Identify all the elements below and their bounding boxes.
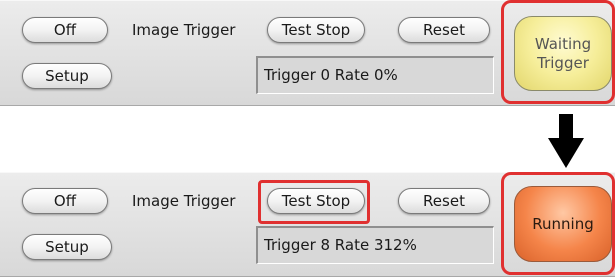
status-line-2: Trigger <box>537 53 589 72</box>
setup-button[interactable]: Setup <box>22 234 112 260</box>
off-button-label: Off <box>53 21 77 39</box>
down-arrow-icon <box>548 114 584 168</box>
setup-button-label: Setup <box>45 67 89 85</box>
image-trigger-label: Image Trigger <box>132 21 236 39</box>
off-button[interactable]: Off <box>22 188 108 214</box>
off-button[interactable]: Off <box>22 17 108 43</box>
setup-button[interactable]: Setup <box>22 63 112 89</box>
image-trigger-label: Image Trigger <box>132 192 236 210</box>
test-stop-button-label: Test Stop <box>281 21 351 39</box>
reset-button-label: Reset <box>423 192 465 210</box>
test-stop-button[interactable]: Test Stop <box>267 17 365 43</box>
reset-button[interactable]: Reset <box>398 17 490 43</box>
status-indicator-waiting[interactable]: Waiting Trigger <box>514 16 612 91</box>
reset-button-label: Reset <box>423 21 465 39</box>
reset-button[interactable]: Reset <box>398 188 490 214</box>
status-indicator-running[interactable]: Running <box>514 186 612 262</box>
off-button-label: Off <box>53 192 77 210</box>
trigger-rate-readout: Trigger 0 Rate 0% <box>256 56 494 94</box>
status-label: Running <box>532 214 594 233</box>
setup-button-label: Setup <box>45 238 89 256</box>
test-stop-highlight <box>258 180 370 224</box>
trigger-rate-readout: Trigger 8 Rate 312% <box>256 226 494 264</box>
status-line-1: Waiting <box>534 34 592 53</box>
